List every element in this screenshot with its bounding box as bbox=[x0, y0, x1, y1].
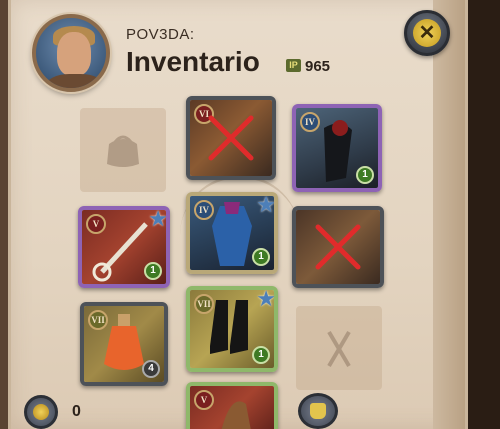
fork-knife-icon bbox=[327, 330, 351, 368]
close-button[interactable]: ✕ bbox=[404, 10, 450, 56]
weight-button[interactable] bbox=[298, 393, 338, 429]
off-hand-slot[interactable] bbox=[292, 206, 384, 288]
head-slot[interactable]: VI bbox=[186, 96, 276, 180]
tier-badge: IV bbox=[194, 200, 214, 220]
item-power-icon: IP bbox=[286, 59, 301, 72]
page-title: Inventario bbox=[126, 46, 260, 77]
quantity-badge: 1 bbox=[356, 166, 374, 184]
potion-slot[interactable]: VII 4 bbox=[80, 302, 168, 386]
item-power-value: 965 bbox=[305, 58, 331, 75]
star-icon: ★ bbox=[256, 286, 276, 311]
tier-badge: IV bbox=[300, 112, 320, 132]
tier-badge: VII bbox=[194, 294, 214, 314]
tier-badge: VII bbox=[88, 310, 108, 330]
food-slot-empty[interactable] bbox=[296, 306, 382, 390]
star-icon: ★ bbox=[256, 192, 276, 217]
quantity-badge: 1 bbox=[252, 346, 270, 364]
quantity-badge: 1 bbox=[144, 262, 162, 280]
quantity-badge: 4 bbox=[142, 360, 160, 378]
panel-right-edge bbox=[433, 0, 465, 429]
main-hand-slot[interactable]: V ★ 1 bbox=[78, 206, 170, 288]
close-icon: ✕ bbox=[413, 19, 441, 47]
player-name: POV3DA: bbox=[126, 26, 195, 43]
player-avatar[interactable] bbox=[32, 14, 110, 92]
left-edge bbox=[0, 0, 8, 429]
tier-badge: V bbox=[86, 214, 106, 234]
broken-mark-icon bbox=[190, 100, 272, 176]
quantity-badge: 1 bbox=[252, 248, 270, 266]
coin-icon bbox=[33, 404, 49, 420]
broken-mark-icon bbox=[296, 210, 380, 284]
silver-value: 0 bbox=[72, 403, 81, 420]
cape-slot[interactable]: IV 1 bbox=[292, 104, 382, 192]
tier-badge: V bbox=[194, 390, 214, 410]
silver-icon bbox=[24, 395, 58, 429]
armor-slot[interactable]: IV ★ 1 bbox=[186, 192, 278, 274]
avatar-face bbox=[57, 32, 91, 76]
shoes-slot[interactable]: VII ★ 1 bbox=[186, 286, 278, 372]
bag-icon bbox=[107, 135, 139, 167]
weight-icon bbox=[310, 403, 326, 419]
bag-slot-empty[interactable] bbox=[80, 108, 166, 192]
star-icon: ★ bbox=[148, 206, 168, 231]
mount-slot[interactable]: V bbox=[186, 382, 278, 429]
